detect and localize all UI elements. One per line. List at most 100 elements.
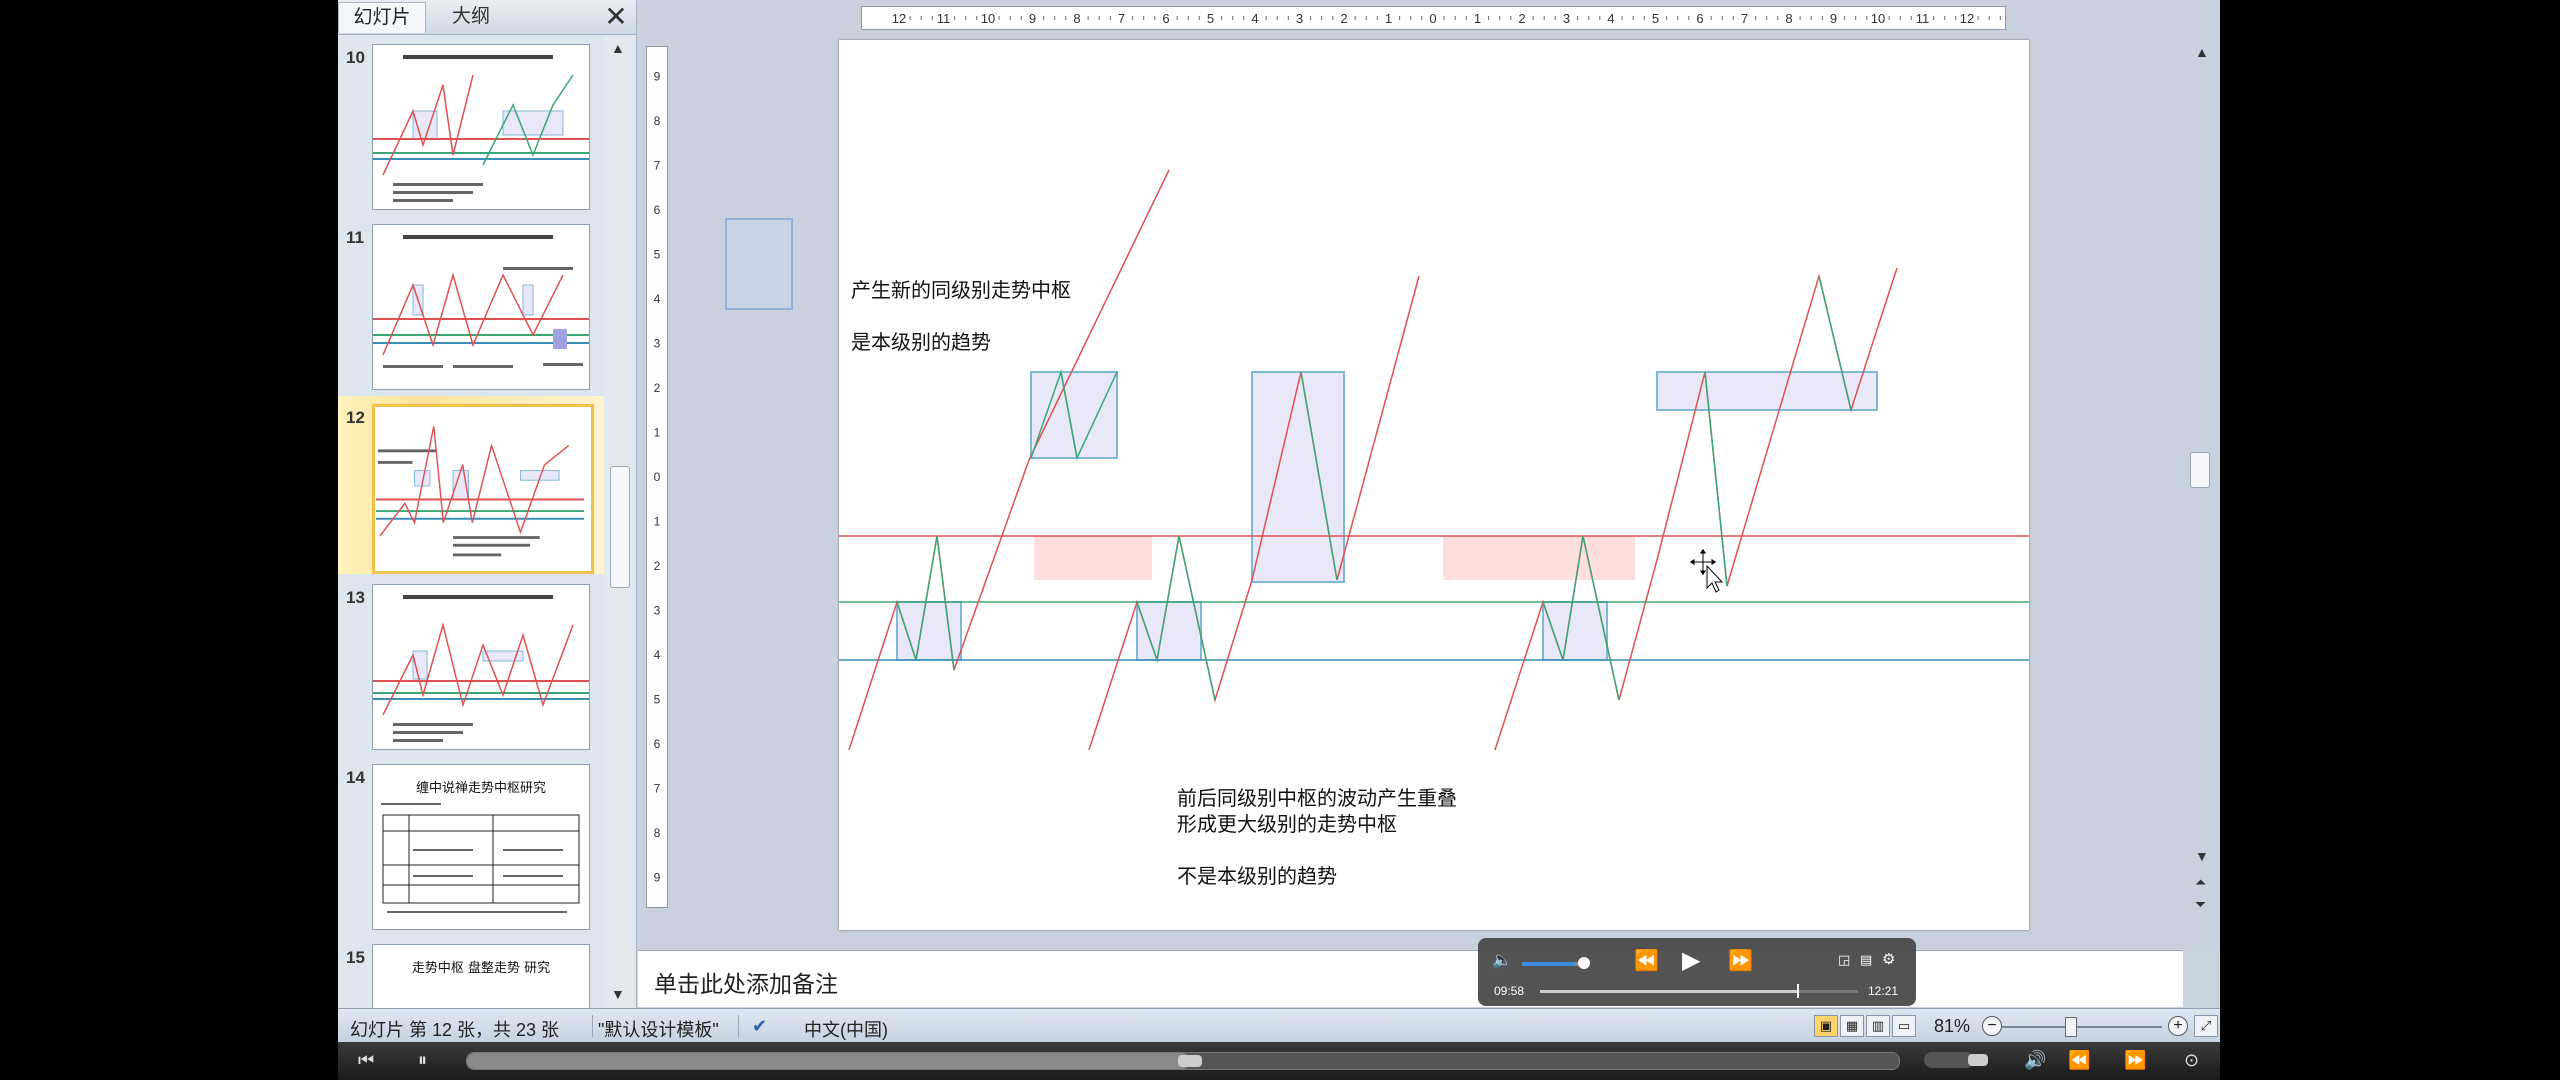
fit-to-window-icon[interactable]: ⤢ [2194, 1015, 2218, 1037]
player-progress-bar[interactable] [466, 1052, 1900, 1070]
fast-forward-icon[interactable]: ⏩ [1728, 948, 1753, 973]
theme-name[interactable]: "默认设计模板" [598, 1016, 719, 1042]
zoom-in-icon[interactable]: + [2168, 1016, 2188, 1036]
thumbnail-row-15[interactable]: 15 走势中枢 盘整走势 研究 [338, 936, 604, 1008]
editor-scrollbar[interactable]: ▲ ▼ ⏶ ⏷ [2188, 40, 2212, 930]
thumbnail-row-11[interactable]: 11 [338, 216, 604, 394]
scrollbar-thumb[interactable] [2190, 452, 2210, 488]
overlay-progress-marker[interactable] [1796, 984, 1799, 998]
scrollbar-thumb[interactable] [610, 466, 630, 588]
thumbnail-number: 14 [346, 768, 365, 787]
settings-gear-icon[interactable]: ⚙ [1882, 950, 1895, 968]
ruler-tick-label: 6 [1162, 11, 1169, 26]
thumbnail-number: 15 [346, 948, 365, 967]
language-indicator[interactable]: 中文(中国) [804, 1016, 888, 1042]
thumbnail-slide-12[interactable] [372, 404, 594, 574]
ruler-tick-label: 5 [1652, 11, 1659, 26]
player-settings-icon[interactable]: ⊙ [2184, 1050, 2199, 1071]
thumbnail-slide-14[interactable]: 缠中说禅走势中枢研究 [372, 764, 590, 930]
ruler-tick-label: 10 [981, 11, 995, 26]
ruler-tick-label: 2 [654, 381, 661, 395]
video-player-bar: ⏮ ⏸ 🔊 ⏪ ⏩ ⊙ [338, 1042, 2220, 1080]
player-volume-knob[interactable] [1968, 1054, 1988, 1066]
notes-placeholder[interactable]: 单击此处添加备注 [654, 965, 838, 999]
elapsed-time: 09:58 [1494, 984, 1525, 998]
volume-icon[interactable]: 🔈 [1492, 950, 1512, 970]
ruler-tick-label: 1 [654, 426, 661, 440]
offslide-shape[interactable] [725, 218, 793, 310]
zoom-slider-knob[interactable] [2065, 1017, 2077, 1037]
pause-icon[interactable]: ⏸ [418, 1050, 427, 1071]
slide-text-new-center[interactable]: 产生新的同级别走势中枢 [851, 274, 1071, 303]
rewind-icon[interactable]: ⏪ [1634, 948, 1659, 973]
volume-icon[interactable]: 🔊 [2024, 1050, 2046, 1071]
next-slide-icon[interactable]: ⏷ [2195, 896, 2206, 913]
player-volume-slider[interactable] [1924, 1052, 1974, 1068]
scroll-up-icon[interactable]: ▲ [2195, 44, 2209, 60]
ruler-tick-label: 2 [1340, 11, 1347, 26]
ruler-tick-label: 1 [1474, 11, 1481, 26]
ruler-tick-label: 9 [654, 871, 661, 885]
ruler-tick-label: 3 [654, 604, 661, 618]
slide-text-overlap[interactable]: 前后同级别中枢的波动产生重叠 [1177, 782, 1457, 811]
overlay-volume-slider[interactable] [1522, 962, 1584, 966]
fast-forward-icon[interactable]: ⏩ [2124, 1050, 2146, 1071]
play-icon[interactable]: ▶ [1682, 946, 1700, 975]
thumbnail-row-13[interactable]: 13 [338, 576, 604, 754]
scroll-down-icon[interactable]: ▼ [611, 986, 625, 1002]
overlay-volume-knob[interactable] [1578, 957, 1590, 969]
normal-view-icon[interactable]: ▣ [1814, 1015, 1838, 1037]
media-controls-overlay: 🔈 ⏪ ▶ ⏩ ◲ ▤ ⚙ 09:58 12:21 [1478, 938, 1916, 1006]
thumbnail-row-10[interactable]: 10 [338, 36, 604, 214]
reading-view-icon[interactable]: ▥ [1866, 1015, 1890, 1037]
ruler-tick-label: 9 [1029, 11, 1036, 26]
thumbnail-row-12[interactable]: 12 [338, 396, 604, 574]
tab-outline[interactable]: 大纲 [426, 2, 516, 32]
ruler-tick-label: 5 [654, 693, 661, 707]
ruler-tick-label: 7 [654, 782, 661, 796]
slide-text-not-trend[interactable]: 不是本级别的趋势 [1177, 860, 1337, 889]
notes-pane[interactable]: 单击此处添加备注 [638, 950, 2183, 1007]
trend-line-3-up [1494, 267, 1898, 751]
player-progress-knob[interactable] [1178, 1055, 1203, 1067]
pip-icon[interactable]: ◲ [1838, 952, 1850, 968]
slide-text-trend[interactable]: 是本级别的趋势 [851, 326, 991, 355]
ruler-tick-label: 2 [1518, 11, 1525, 26]
ruler-tick-label: 9 [1830, 11, 1837, 26]
ruler-tick-label: 5 [654, 248, 661, 262]
rewind-icon[interactable]: ⏪ [2068, 1050, 2090, 1071]
zoom-level[interactable]: 81% [1934, 1016, 1970, 1037]
overlay-progress-bar[interactable] [1540, 990, 1858, 993]
skip-start-icon[interactable]: ⏮ [358, 1050, 374, 1071]
zoom-slider[interactable] [2002, 1026, 2162, 1028]
ruler-tick-label: 4 [654, 648, 661, 662]
overlap-zone-left [1034, 536, 1152, 580]
thumbnail-slide-13[interactable] [372, 584, 590, 750]
thumbnail-slide-10[interactable] [372, 44, 590, 210]
thumbnail-number: 13 [346, 588, 365, 607]
ruler-tick-label: 8 [1785, 11, 1792, 26]
scroll-up-icon[interactable]: ▲ [611, 40, 625, 56]
slide-text-bigger-center[interactable]: 形成更大级别的走势中枢 [1177, 808, 1397, 837]
previous-slide-icon[interactable]: ⏶ [2195, 874, 2206, 891]
thumbnail-slide-11[interactable] [372, 224, 590, 390]
thumbnail-number: 12 [346, 408, 365, 427]
spellcheck-icon[interactable]: ✔ [752, 1016, 767, 1037]
presentation-app: 幻灯片 大纲 ✕ 10 11 12 13 14 缠中说禅走势中枢研究 15 走势… [338, 0, 2220, 1080]
panel-close-button[interactable]: ✕ [602, 2, 630, 32]
slide-canvas[interactable]: 产生新的同级别走势中枢 是本级别的趋势 前后同级别中枢的波动产生重叠 形成更大级… [839, 40, 2029, 930]
captions-icon[interactable]: ▤ [1860, 952, 1872, 968]
slideshow-icon[interactable]: ▭ [1892, 1015, 1916, 1037]
thumbnail-slide-15[interactable]: 走势中枢 盘整走势 研究 [372, 944, 590, 1008]
thumbnail-row-14[interactable]: 14 缠中说禅走势中枢研究 [338, 756, 604, 934]
ruler-tick-label: 1 [1385, 11, 1392, 26]
slide-editor: 12 11 10 9 8 7 6 5 4 3 2 1 0 1 2 3 4 5 6 7 8 9 10 11 12 98765432… [638, 0, 2220, 948]
slide-sorter-icon[interactable]: ▦ [1840, 1015, 1864, 1037]
tab-slides[interactable]: 幻灯片 [338, 2, 426, 33]
ruler-tick-label: 3 [1296, 11, 1303, 26]
thumbnail-scrollbar[interactable]: ▲ ▼ [604, 36, 634, 1008]
zoom-out-icon[interactable]: − [1982, 1016, 2002, 1036]
ruler-tick-label: 2 [654, 559, 661, 573]
scroll-down-icon[interactable]: ▼ [2195, 848, 2209, 864]
ruler-tick-label: 3 [654, 337, 661, 351]
